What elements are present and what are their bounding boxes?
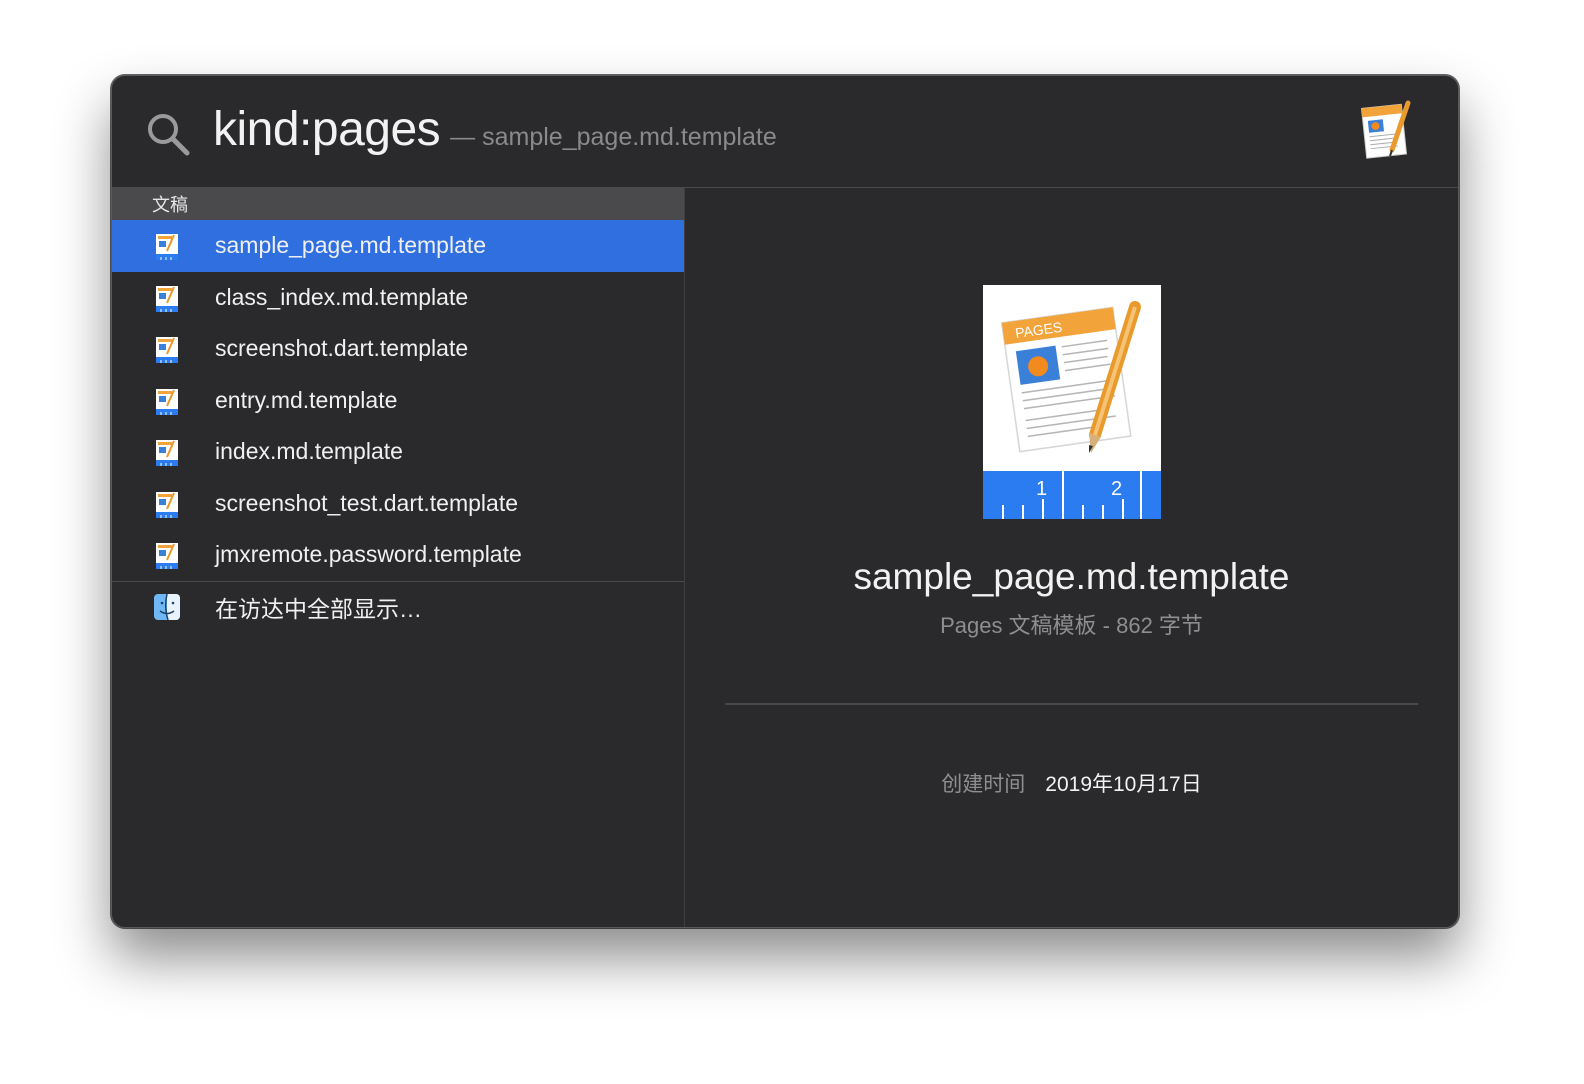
preview-subtitle: Pages 文稿模板 - 862 字节	[940, 613, 1203, 638]
result-item-label: index.md.template	[215, 438, 403, 465]
result-item[interactable]: sample_page.md.template	[112, 220, 684, 272]
pages-document-icon	[156, 285, 178, 312]
result-item-label: screenshot_test.dart.template	[215, 489, 518, 516]
ruler-number-2: 2	[1111, 478, 1122, 500]
result-item[interactable]: screenshot.dart.template	[112, 323, 684, 375]
result-item-label: class_index.md.template	[215, 283, 469, 310]
result-item[interactable]: class_index.md.template	[112, 272, 684, 324]
result-item[interactable]: screenshot_test.dart.template	[112, 478, 684, 530]
pages-document-icon	[156, 234, 178, 260]
spotlight-window: kind:pages — sample_page.md.template 文稿 …	[111, 75, 1459, 928]
finder-icon	[154, 593, 180, 620]
preview-title: sample_page.md.template	[853, 556, 1290, 597]
pages-document-preview: PAGES 1 2	[983, 285, 1161, 519]
search-bar[interactable]: kind:pages — sample_page.md.template	[112, 76, 1458, 188]
pages-document-icon	[156, 491, 178, 518]
result-item[interactable]: entry.md.template	[112, 375, 684, 427]
section-header-documents: 文稿	[112, 188, 684, 220]
show-all-label: 在访达中全部显示…	[215, 596, 422, 623]
preview-divider	[725, 703, 1418, 705]
ruler-number-1: 1	[1036, 478, 1047, 500]
result-item[interactable]: index.md.template	[112, 426, 684, 478]
search-input[interactable]: kind:pages	[213, 102, 441, 157]
search-icon	[148, 114, 190, 156]
results-list: 文稿 sample_page.md.template class_index.md…	[112, 188, 685, 927]
result-item-label: entry.md.template	[215, 386, 398, 413]
meta-created-row: 创建时间 2019年10月17日	[685, 768, 1458, 798]
search-completion-hint: — sample_page.md.template	[450, 123, 777, 151]
result-item-label: sample_page.md.template	[215, 232, 487, 259]
pages-document-icon	[156, 388, 178, 415]
pages-document-icon	[156, 440, 178, 466]
result-item-label: screenshot.dart.template	[215, 335, 469, 362]
result-item[interactable]: jmxremote.password.template	[112, 529, 684, 581]
pages-app-icon	[1360, 100, 1411, 159]
preview-pane: PAGES 1 2 sample_page.md.template Pages …	[685, 188, 1458, 927]
pages-document-icon	[156, 543, 178, 569]
result-item-label: jmxremote.password.template	[215, 541, 522, 568]
created-value: 2019年10月17日	[1045, 773, 1202, 796]
pages-document-icon	[156, 337, 178, 363]
created-label: 创建时间	[941, 773, 1026, 796]
search-query[interactable]: kind:pages — sample_page.md.template	[213, 102, 777, 162]
show-all-in-finder[interactable]: 在访达中全部显示…	[112, 582, 684, 634]
